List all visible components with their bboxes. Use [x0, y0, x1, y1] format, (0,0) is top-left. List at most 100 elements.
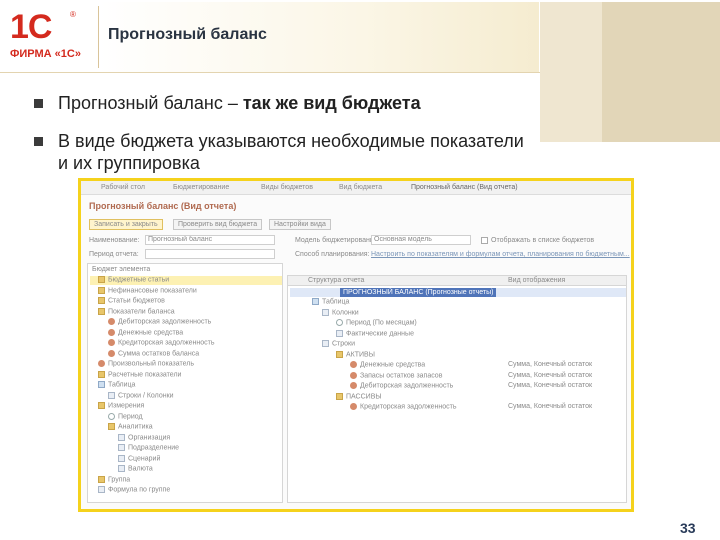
- list-icon: [336, 329, 343, 337]
- structure-row-output: Сумма, Конечный остаток: [508, 403, 593, 410]
- structure-row[interactable]: Таблица: [312, 298, 349, 305]
- structure-row-label: Период (По месяцам): [346, 319, 417, 327]
- tree-item-label: Строки / Колонки: [118, 391, 174, 399]
- table-icon: [312, 298, 319, 305]
- tree-item[interactable]: Дебиторская задолженность: [108, 318, 211, 325]
- col-structure: Структура отчета: [308, 277, 365, 284]
- structure-row[interactable]: Период (По месяцам): [336, 319, 417, 326]
- tree-item-label: Подразделение: [128, 444, 180, 452]
- folder-icon: [98, 297, 105, 304]
- structure-row-label: Дебиторская задолженность: [360, 382, 454, 390]
- logo-firm-name: ФИРМА «1С»: [10, 48, 81, 60]
- tree-item-label: Расчетные показатели: [108, 370, 182, 378]
- app-window: Рабочий стол Бюджетирование Виды бюджето…: [81, 181, 631, 509]
- tree-item[interactable]: Показатели баланса: [98, 307, 175, 315]
- logo-mark: 1С: [10, 8, 52, 46]
- item-icon: [108, 318, 115, 325]
- bullet-marker-2: [34, 137, 43, 146]
- structure-row[interactable]: Кредиторская задолженность: [350, 403, 457, 410]
- structure-row[interactable]: АКТИВЫ: [336, 350, 375, 358]
- folder-icon: [336, 392, 343, 400]
- bullet-1-bold: так же вид бюджета: [242, 93, 421, 113]
- tree-item[interactable]: Подразделение: [118, 444, 179, 451]
- tree-item[interactable]: Нефинансовые показатели: [98, 286, 197, 294]
- tree-item[interactable]: Произвольный показатель: [98, 360, 194, 367]
- structure-row[interactable]: Фактические данные: [336, 329, 414, 337]
- folder-icon: [336, 350, 343, 358]
- tree-item-label: Сумма остатков баланса: [118, 349, 200, 357]
- page-number: 33: [680, 520, 696, 536]
- edit-mode-label: Способ планирования:: [295, 251, 370, 258]
- decor-block-dark: [602, 2, 720, 142]
- structure-row[interactable]: Строки: [322, 340, 355, 347]
- tree-item[interactable]: Период: [108, 412, 143, 420]
- structure-row[interactable]: Запасы остатков запасов: [350, 371, 443, 379]
- tree-item-label: Валюта: [128, 465, 153, 473]
- header-divider: [0, 72, 540, 73]
- item-icon: [350, 382, 357, 389]
- tab-budget-kinds[interactable]: Виды бюджетов: [261, 184, 313, 191]
- screenshot-frame: Рабочий стол Бюджетирование Виды бюджето…: [78, 178, 634, 512]
- slide: 1С ® ФИРМА «1С» Прогнозный баланс Прогно…: [0, 0, 720, 540]
- tree-item[interactable]: Валюта: [118, 465, 153, 472]
- tree-item-label: Бюджетные статьи: [108, 276, 170, 284]
- tree-item[interactable]: Аналитика: [108, 423, 153, 430]
- tree-item[interactable]: Таблица: [98, 381, 135, 388]
- tree-item[interactable]: Расчетные показатели: [98, 370, 182, 378]
- tab-budgeting[interactable]: Бюджетирование: [173, 184, 229, 191]
- tree-item-label: Нефинансовые показатели: [108, 286, 197, 294]
- tree-item[interactable]: Статьи бюджетов: [98, 297, 165, 304]
- tree-item-label: Кредиторская задолженность: [118, 339, 215, 347]
- name-field[interactable]: Прогнозный баланс: [145, 235, 275, 245]
- bullet-2: В виде бюджета указываются необходимые п…: [58, 131, 524, 173]
- tab-budget-kind[interactable]: Вид бюджета: [339, 184, 382, 191]
- list-icon: [118, 444, 125, 451]
- structure-row-label: ПАССИВЫ: [346, 392, 382, 400]
- list-icon: [108, 391, 115, 399]
- name-label: Наименование:: [89, 237, 140, 244]
- tree-item[interactable]: Сумма остатков баланса: [108, 349, 200, 357]
- tree-item-label: Измерения: [108, 402, 145, 410]
- tree-item[interactable]: Денежные средства: [108, 328, 183, 336]
- clock-icon: [108, 412, 115, 420]
- tree-item[interactable]: Сценарий: [118, 454, 161, 462]
- folder-icon: [98, 370, 105, 378]
- tree-item[interactable]: Строки / Колонки: [108, 391, 174, 399]
- structure-row-label: Денежные средства: [360, 361, 426, 369]
- tree-item[interactable]: Измерения: [98, 402, 144, 409]
- tree-item[interactable]: Организация: [118, 433, 170, 441]
- tree-item[interactable]: Кредиторская задолженность: [108, 339, 215, 346]
- tree-item-label: Таблица: [108, 381, 136, 389]
- tab-forecast-balance[interactable]: Прогнозный баланс (Вид отчета): [411, 184, 518, 191]
- list-icon: [98, 486, 105, 493]
- structure-row[interactable]: Дебиторская задолженность: [350, 382, 453, 389]
- logo-registered: ®: [70, 10, 76, 19]
- bullet-1: Прогнозный баланс – так же вид бюджета: [58, 92, 421, 114]
- item-icon: [350, 403, 357, 410]
- structure-row-label: Строки: [332, 340, 356, 348]
- description-link[interactable]: Настроить по показателям и формулам отче…: [371, 251, 630, 258]
- model-field[interactable]: Основная модель: [371, 235, 471, 245]
- tree-item-label: Сценарий: [128, 454, 161, 462]
- list-icon: [118, 433, 125, 441]
- structure-row[interactable]: Денежные средства: [350, 361, 425, 368]
- tab-bar: Рабочий стол Бюджетирование Виды бюджето…: [81, 181, 631, 195]
- tree-item[interactable]: Формула по группе: [98, 486, 170, 493]
- tree-item-label: Аналитика: [118, 423, 153, 431]
- settings-button[interactable]: Настройки вида: [269, 219, 331, 230]
- folder-icon: [98, 475, 105, 483]
- period-field[interactable]: [145, 249, 275, 259]
- tree-item[interactable]: Бюджетные статьи: [98, 276, 169, 283]
- tab-desktop[interactable]: Рабочий стол: [101, 184, 145, 191]
- show-in-list-checkbox[interactable]: [481, 237, 488, 244]
- structure-selected-row[interactable]: ПРОГНОЗНЫЙ БАЛАНС (Прогнозные отчеты): [290, 288, 626, 297]
- structure-row[interactable]: Колонки: [322, 308, 359, 316]
- structure-row-output: Сумма, Конечный остаток: [508, 361, 593, 368]
- check-budget-button[interactable]: Проверить вид бюджета: [173, 219, 263, 230]
- tree-item[interactable]: Группа: [98, 475, 130, 483]
- save-close-button[interactable]: Записать и закрыть: [89, 219, 163, 230]
- structure-row-label: Запасы остатков запасов: [360, 371, 443, 379]
- structure-row-output: Сумма, Конечный остаток: [508, 371, 593, 379]
- tree-item-label: Формула по группе: [108, 486, 171, 494]
- structure-row[interactable]: ПАССИВЫ: [336, 392, 382, 400]
